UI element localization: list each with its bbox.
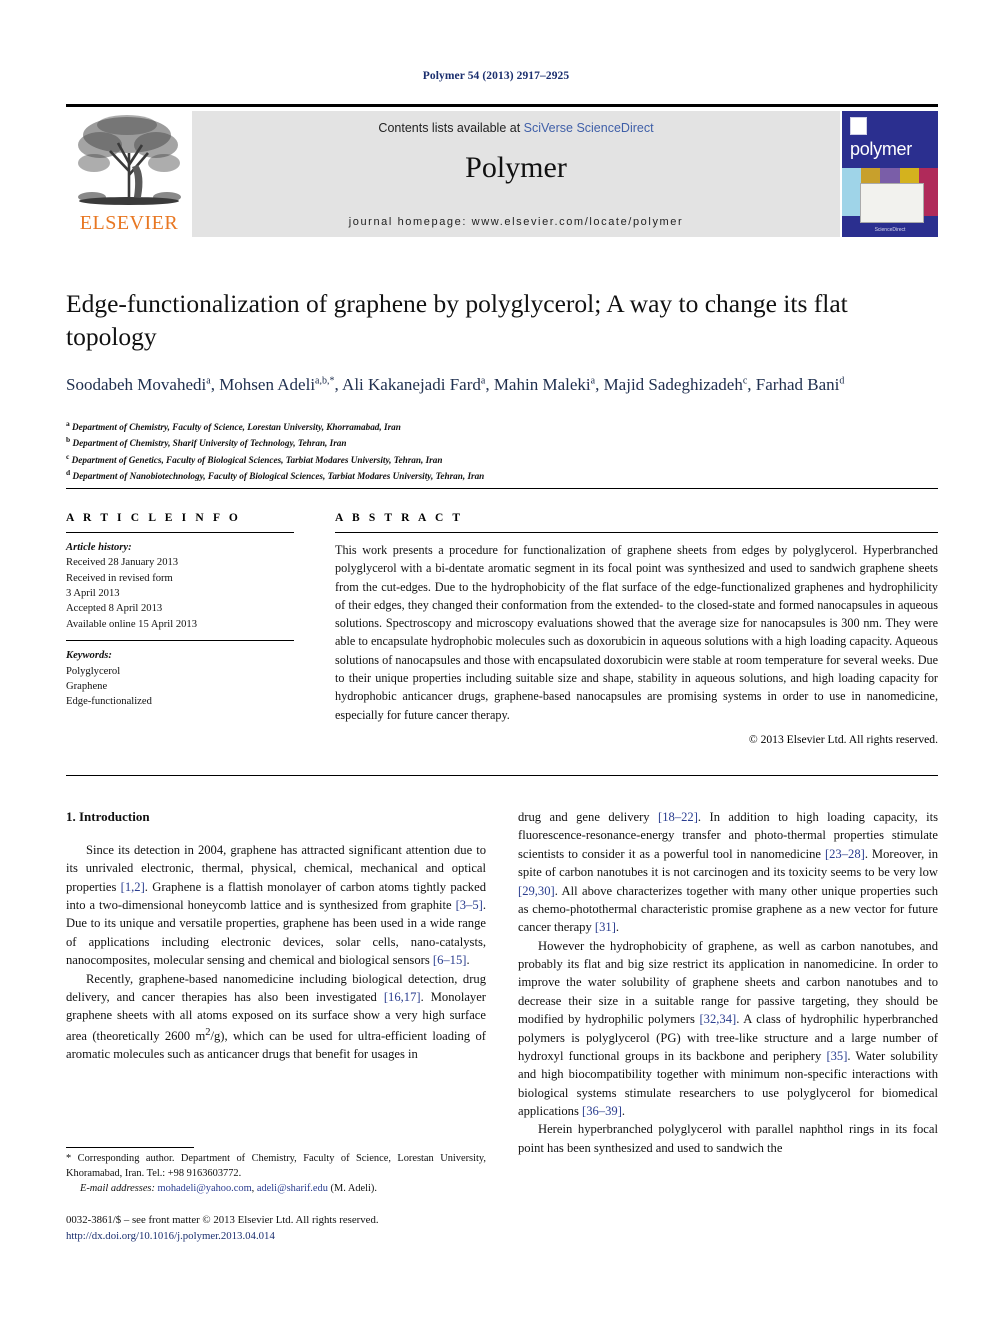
history-line: 3 April 2013 — [66, 588, 120, 600]
history-line: Received in revised form — [66, 572, 173, 584]
cover-inset-figure — [860, 183, 924, 223]
affiliation-item: b Department of Chemistry, Sharif Univer… — [66, 435, 347, 449]
affiliation-list: a Department of Chemistry, Faculty of Sc… — [66, 418, 942, 483]
article-history: Article history: Received 28 January 201… — [66, 540, 294, 632]
cover-title: polymer — [850, 139, 912, 159]
article-info-block: A R T I C L E I N F O Article history: R… — [66, 512, 294, 710]
sciencedirect-link[interactable]: SciVerse ScienceDirect — [524, 121, 654, 135]
journal-title: Polymer — [465, 151, 567, 184]
elsevier-wordmark: ELSEVIER — [79, 212, 179, 234]
contents-available-line: Contents lists available at SciVerse Sci… — [192, 121, 840, 135]
history-line: Received 28 January 2013 — [66, 557, 179, 569]
paragraph: Since its detection in 2004, graphene ha… — [66, 842, 486, 968]
email-addresses-note[interactable]: E-mail addresses: mohadeli@yahoo.com, ad… — [66, 1182, 486, 1197]
paper-page: Polymer 54 (2013) 2917–2925 ELSEVIER Con… — [0, 0, 992, 1323]
body-column-left: 1. Introduction Since its detection in 2… — [66, 808, 486, 1064]
author-list: Soodabeh Movahedia, Mohsen Adelia,b,*, A… — [66, 375, 845, 394]
abstract-divider — [335, 532, 938, 533]
imprint-block: 0032-3861/$ – see front matter © 2013 El… — [66, 1213, 566, 1244]
abstract-text: This work presents a procedure for funct… — [335, 543, 938, 722]
affiliation-item: c Department of Genetics, Faculty of Bio… — [66, 451, 443, 465]
footnote-block: * Corresponding author. Department of Ch… — [66, 1152, 486, 1196]
keyword-item: Graphene — [66, 680, 108, 692]
running-head: Polymer 54 (2013) 2917–2925 — [422, 70, 570, 82]
abstract-heading: A B S T R A C T — [335, 512, 464, 524]
elsevier-badge-icon — [850, 117, 867, 135]
page-title: Edge-functionalization of graphene by po… — [66, 289, 848, 351]
journal-masthead: ELSEVIER Contents lists available at Sci… — [66, 104, 938, 237]
cover-footer: ScienceDirect — [874, 227, 906, 233]
info-divider-1 — [66, 532, 294, 533]
keywords-block: Keywords: Polyglycerol Graphene Edge-fun… — [66, 648, 294, 709]
affiliation-item: d Department of Nanobiotechnology, Facul… — [66, 467, 485, 481]
issn-copyright-line: 0032-3861/$ – see front matter © 2013 El… — [66, 1214, 379, 1226]
paragraph: Herein hyperbranched polyglycerol with p… — [518, 1122, 938, 1155]
doi-link[interactable]: http://dx.doi.org/10.1016/j.polymer.2013… — [66, 1229, 566, 1245]
keyword-item: Polyglycerol — [66, 665, 121, 677]
abstract-block: A B S T R A C T This work presents a pro… — [335, 512, 938, 746]
paragraph: Recently, graphene-based nanomedicine in… — [66, 971, 486, 1062]
divider-below-abstract — [66, 775, 938, 776]
article-info-heading: A R T I C L E I N F O — [66, 512, 241, 524]
paragraph: drug and gene delivery [18–22]. In addit… — [518, 810, 939, 935]
keyword-item: Edge-functionalized — [66, 696, 152, 708]
elsevier-logo: ELSEVIER — [66, 111, 192, 237]
contents-prefix: Contents lists available at — [378, 121, 524, 135]
history-line: Available online 15 April 2013 — [66, 618, 198, 630]
keywords-label: Keywords: — [66, 650, 112, 662]
info-divider-2 — [66, 640, 294, 642]
corresponding-author-note: * Corresponding author. Department of Ch… — [66, 1153, 486, 1179]
history-line: Accepted 8 April 2013 — [66, 603, 163, 615]
article-history-label: Article history: — [66, 542, 132, 553]
body-column-right: drug and gene delivery [18–22]. In addit… — [518, 808, 938, 1157]
paragraph: However the hydrophobicity of graphene, … — [518, 938, 938, 1118]
journal-band: Contents lists available at SciVerse Sci… — [192, 111, 840, 237]
journal-homepage-link[interactable]: journal homepage: www.elsevier.com/locat… — [192, 216, 840, 228]
footnote-divider — [66, 1147, 194, 1148]
section-heading-introduction: 1. Introduction — [66, 809, 150, 824]
journal-cover-thumbnail[interactable]: polymer ScienceDirect — [842, 111, 938, 237]
elsevier-tree-icon — [78, 115, 181, 205]
abstract-copyright: © 2013 Elsevier Ltd. All rights reserved… — [748, 732, 938, 746]
affiliation-item: a Department of Chemistry, Faculty of Sc… — [66, 419, 401, 433]
divider-above-info — [66, 488, 938, 489]
